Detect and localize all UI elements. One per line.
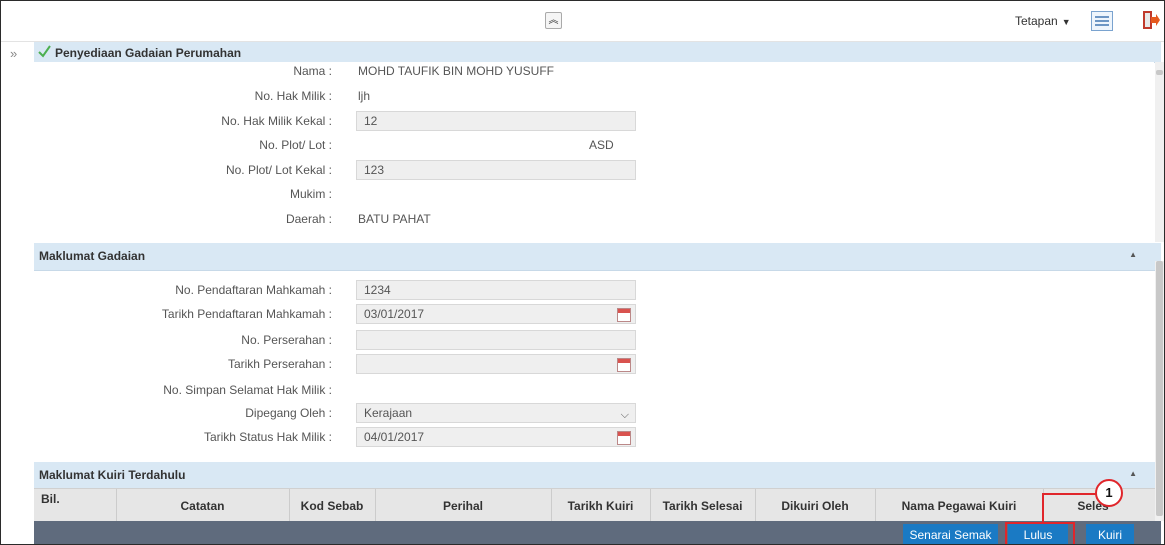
hakmilik-label: No. Hak Milik : — [254, 89, 332, 103]
plot-value: ASD — [589, 138, 614, 152]
row-tarikh-status: Tarikh Status Hak Milik : 04/01/2017 — [34, 427, 1134, 447]
kuiri-table-header: Bil. Catatan Kod Sebab Perihal Tarikh Ku… — [34, 488, 1161, 522]
hakmilik-kekal-field[interactable]: 12 — [356, 111, 636, 131]
tarikh-status-field[interactable]: 04/01/2017 — [356, 427, 636, 447]
section-title: Penyediaan Gadaian Perumahan — [55, 46, 242, 60]
column-header: Perihal — [442, 499, 484, 513]
column-header: Kod Sebab — [300, 499, 364, 513]
annotation-step-badge: 1 — [1095, 479, 1123, 507]
tarikh-perserahan-field[interactable] — [356, 354, 636, 374]
collapse-section-icon[interactable]: ▲ — [1129, 469, 1137, 478]
row-mukim: Mukim : — [34, 187, 1134, 207]
section-title: Maklumat Gadaian — [39, 249, 146, 263]
dipegang-value: Kerajaan — [364, 406, 413, 420]
tarikh-pendaftaran-label: Tarikh Pendaftaran Mahkamah : — [161, 307, 332, 321]
column-header: Catatan — [180, 499, 225, 513]
scrollbar[interactable] — [1155, 261, 1164, 521]
column-header: Tarikh Selesai — [662, 499, 743, 513]
simpan-label: No. Simpan Selamat Hak Milik : — [163, 383, 332, 397]
column-header: Tarikh Kuiri — [567, 499, 634, 513]
tarikh-status-value: 04/01/2017 — [364, 430, 425, 444]
collapse-section-icon[interactable]: ▲ — [1129, 250, 1137, 259]
exit-icon[interactable] — [1142, 10, 1160, 30]
plot-kekal-field[interactable]: 123 — [356, 160, 636, 180]
pendaftaran-label: No. Pendaftaran Mahkamah : — [175, 283, 332, 297]
mukim-label: Mukim : — [290, 187, 332, 201]
gadaian-details: No. Pendaftaran Mahkamah : 1234 Tarikh P… — [34, 273, 1154, 458]
dipegang-select[interactable]: Kerajaan ⌵ — [356, 403, 636, 423]
nama-value: MOHD TAUFIK BIN MOHD YUSUFF — [358, 64, 555, 78]
row-plot-kekal: No. Plot/ Lot Kekal : 123 — [34, 160, 1134, 180]
row-nama: Nama : MOHD TAUFIK BIN MOHD YUSUFF — [34, 64, 1134, 84]
top-toolbar: ︽ Tetapan ▼ — [1, 1, 1164, 42]
chevron-down-icon: ▼ — [1061, 17, 1071, 27]
column-header: Dikuiri Oleh — [781, 499, 849, 513]
pendaftaran-field[interactable]: 1234 — [356, 280, 636, 300]
row-hakmilik: No. Hak Milik : ljh — [34, 89, 1134, 109]
row-simpan: No. Simpan Selamat Hak Milik : — [34, 383, 1134, 403]
annotation-highlight — [1005, 522, 1075, 544]
expand-sidebar-icon[interactable]: » — [10, 46, 17, 61]
section-title: Maklumat Kuiri Terdahulu — [39, 468, 186, 482]
tarikh-pendaftaran-field[interactable]: 03/01/2017 — [356, 304, 636, 324]
row-daerah: Daerah : BATU PAHAT — [34, 212, 1134, 232]
calendar-icon[interactable] — [617, 431, 631, 445]
row-plot: No. Plot/ Lot : ASD — [34, 138, 1134, 158]
row-hakmilik-kekal: No. Hak Milik Kekal : 12 — [34, 111, 1134, 131]
kuiri-button[interactable]: Kuiri — [1086, 524, 1134, 544]
tarikh-pendaftaran-value: 03/01/2017 — [364, 307, 425, 321]
check-icon — [38, 45, 51, 58]
scrollbar[interactable] — [1155, 62, 1164, 242]
hakmilik-kekal-label: No. Hak Milik Kekal : — [221, 114, 332, 128]
perserahan-field[interactable] — [356, 330, 636, 350]
column-header: Bil. — [41, 492, 60, 506]
settings-label: Tetapan — [1015, 14, 1058, 28]
app-frame: ︽ Tetapan ▼ » Penyediaan Gadaian Perumaha… — [0, 0, 1165, 545]
nama-label: Nama : — [293, 64, 332, 78]
calendar-icon[interactable] — [617, 308, 631, 322]
settings-menu[interactable]: Tetapan ▼ — [1015, 14, 1071, 28]
perserahan-label: No. Perserahan : — [241, 333, 332, 347]
row-perserahan: No. Perserahan : — [34, 330, 1134, 350]
row-dipegang: Dipegang Oleh : Kerajaan ⌵ — [34, 403, 1134, 423]
tarikh-status-label: Tarikh Status Hak Milik : — [203, 430, 332, 444]
section-header-gadaian[interactable]: Maklumat Gadaian ▲ — [34, 243, 1161, 271]
section-header-kuiri[interactable]: Maklumat Kuiri Terdahulu ▲ — [34, 462, 1161, 489]
row-pendaftaran: No. Pendaftaran Mahkamah : 1234 — [34, 280, 1134, 300]
dropdown-arrow-icon: ⌵ — [620, 409, 629, 421]
plot-label: No. Plot/ Lot : — [259, 138, 332, 152]
grid-view-icon[interactable] — [1091, 11, 1113, 31]
collapse-up-icon[interactable]: ︽ — [545, 12, 562, 29]
plot-kekal-label: No. Plot/ Lot Kekal : — [225, 163, 332, 177]
daerah-label: Daerah : — [285, 212, 332, 226]
row-tarikh-perserahan: Tarikh Perserahan : — [34, 354, 1134, 374]
column-header: Nama Pegawai Kuiri — [901, 499, 1017, 513]
senarai-semak-button[interactable]: Senarai Semak — [903, 524, 998, 544]
row-tarikh-pendaftaran: Tarikh Pendaftaran Mahkamah : 03/01/2017 — [34, 304, 1134, 324]
calendar-icon[interactable] — [617, 358, 631, 372]
daerah-value: BATU PAHAT — [358, 212, 431, 226]
tarikh-perserahan-label: Tarikh Perserahan : — [227, 357, 332, 371]
section-header-penyediaan: Penyediaan Gadaian Perumahan — [34, 42, 1161, 63]
property-details: Nama : MOHD TAUFIK BIN MOHD YUSUFF No. H… — [34, 62, 1154, 241]
dipegang-label: Dipegang Oleh : — [245, 406, 332, 420]
hakmilik-value: ljh — [358, 89, 371, 103]
